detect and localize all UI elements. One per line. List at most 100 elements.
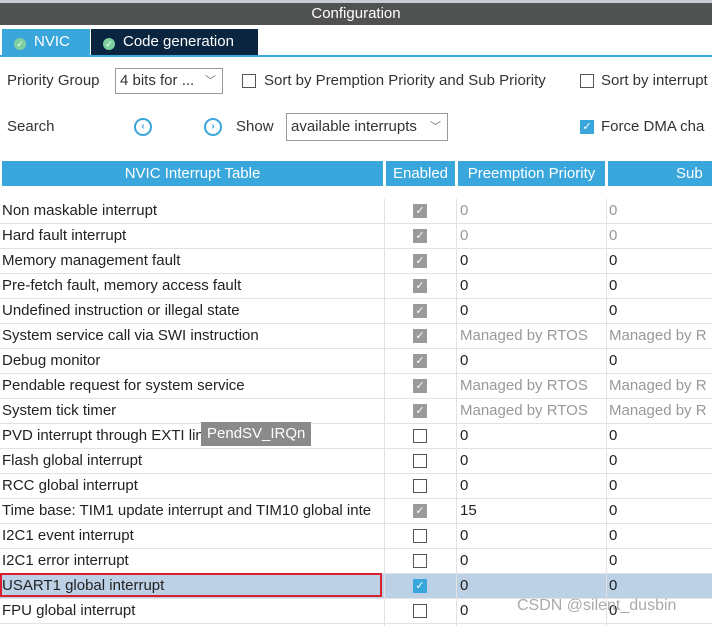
sort-premption-checkbox[interactable] xyxy=(242,74,256,88)
interrupt-name: Pendable request for system service xyxy=(2,377,245,394)
column-divider xyxy=(456,199,457,626)
priority-group-value: 4 bits for ... xyxy=(120,72,195,89)
sort-interrupt-checkbox[interactable] xyxy=(580,74,594,88)
interrupt-name: System service call via SWI instruction xyxy=(2,327,259,344)
show-select[interactable]: available interrupts ﹀ xyxy=(286,113,448,141)
interrupt-name: Flash global interrupt xyxy=(2,452,143,469)
enabled-checkbox[interactable] xyxy=(413,604,427,618)
enabled-checkbox[interactable] xyxy=(413,529,427,543)
tab-underline xyxy=(0,55,712,57)
enabled-checkbox: ✓ xyxy=(413,329,427,343)
sub-priority[interactable]: 0 xyxy=(609,524,712,548)
sub-priority[interactable]: 0 xyxy=(609,424,712,448)
sort-interrupt-label: Sort by interrupt xyxy=(601,72,708,89)
tab-label: NVIC xyxy=(34,33,70,50)
panel-title: Configuration xyxy=(0,3,712,25)
preemption-priority[interactable]: 0 xyxy=(460,474,604,498)
enabled-checkbox: ✓ xyxy=(413,254,427,268)
enabled-checkbox: ✓ xyxy=(413,504,427,518)
interrupt-name: Pre-fetch fault, memory access fault xyxy=(2,277,242,294)
interrupt-name: Memory management fault xyxy=(2,252,181,269)
chevron-down-icon: ﹀ xyxy=(205,75,216,87)
search-previous-icon[interactable]: ‹ xyxy=(134,118,152,136)
sub-priority[interactable]: 0 xyxy=(609,224,712,248)
enabled-checkbox: ✓ xyxy=(413,354,427,368)
sub-priority[interactable]: 0 xyxy=(609,474,712,498)
column-header-name[interactable]: NVIC Interrupt Table xyxy=(2,161,383,186)
column-header-preemption[interactable]: Preemption Priority xyxy=(458,161,605,186)
enabled-checkbox[interactable] xyxy=(413,429,427,443)
show-value: available interrupts xyxy=(291,118,417,135)
enabled-checkbox[interactable] xyxy=(413,454,427,468)
watermark: CSDN @silent_dusbin xyxy=(517,597,677,614)
chevron-down-icon: ﹀ xyxy=(430,121,441,133)
preemption-priority[interactable]: Managed by RTOS xyxy=(460,399,604,423)
preemption-priority[interactable]: 0 xyxy=(460,249,604,273)
interrupt-name: PVD interrupt through EXTI line xyxy=(2,427,213,444)
preemption-priority[interactable]: 15 xyxy=(460,499,604,523)
sub-priority[interactable]: 0 xyxy=(609,449,712,473)
interrupt-name: Debug monitor xyxy=(2,352,101,369)
preemption-priority[interactable]: 0 xyxy=(460,524,604,548)
sub-priority[interactable]: 0 xyxy=(609,499,712,523)
preemption-priority[interactable]: 0 xyxy=(460,574,604,598)
enabled-checkbox: ✓ xyxy=(413,229,427,243)
sub-priority[interactable]: 0 xyxy=(609,549,712,573)
priority-group-select[interactable]: 4 bits for ... ﹀ xyxy=(115,68,223,94)
enabled-checkbox[interactable] xyxy=(413,554,427,568)
sub-priority[interactable]: Managed by R xyxy=(609,324,712,348)
sub-priority[interactable]: 0 xyxy=(609,249,712,273)
check-circle-icon: ✓ xyxy=(14,38,26,50)
sub-priority[interactable]: Managed by R xyxy=(609,374,712,398)
preemption-priority[interactable]: 0 xyxy=(460,224,604,248)
interrupt-name: I2C1 error interrupt xyxy=(2,552,129,569)
force-dma-checkbox[interactable]: ✓ xyxy=(580,120,594,134)
column-divider xyxy=(384,199,385,626)
preemption-priority[interactable]: Managed by RTOS xyxy=(460,324,604,348)
interrupt-name: Non maskable interrupt xyxy=(2,202,158,219)
column-divider xyxy=(606,199,607,626)
interrupt-name: Time base: TIM1 update interrupt and TIM… xyxy=(2,502,372,519)
search-next-icon[interactable]: › xyxy=(204,118,222,136)
interrupt-name: I2C1 event interrupt xyxy=(2,527,134,544)
column-header-enabled[interactable]: Enabled xyxy=(386,161,455,186)
search-label: Search xyxy=(7,118,55,135)
priority-group-label: Priority Group xyxy=(7,72,100,89)
enabled-checkbox: ✓ xyxy=(413,379,427,393)
interrupt-name: FPU global interrupt xyxy=(2,602,136,619)
interrupt-name: RCC global interrupt xyxy=(2,477,138,494)
tab-label: Code generation xyxy=(123,33,234,50)
sort-premption-label: Sort by Premption Priority and Sub Prior… xyxy=(264,72,546,89)
enabled-checkbox: ✓ xyxy=(413,304,427,318)
enabled-checkbox[interactable]: ✓ xyxy=(413,579,427,593)
interrupt-name: System tick timer xyxy=(2,402,117,419)
tab-nvic[interactable]: ✓ NVIC xyxy=(2,29,90,55)
highlight-box xyxy=(0,573,382,597)
preemption-priority[interactable]: 0 xyxy=(460,424,604,448)
enabled-checkbox: ✓ xyxy=(413,404,427,418)
sub-priority[interactable]: Managed by R xyxy=(609,399,712,423)
sub-priority[interactable]: 0 xyxy=(609,574,712,598)
tooltip: PendSV_IRQn xyxy=(201,422,312,446)
force-dma-label: Force DMA cha xyxy=(601,118,705,135)
sub-priority[interactable]: 0 xyxy=(609,299,712,323)
sub-priority[interactable]: 0 xyxy=(609,199,712,223)
preemption-priority[interactable]: 0 xyxy=(460,449,604,473)
interrupt-name: Undefined instruction or illegal state xyxy=(2,302,240,319)
preemption-priority[interactable]: Managed by RTOS xyxy=(460,374,604,398)
enabled-checkbox: ✓ xyxy=(413,279,427,293)
tab-code-generation[interactable]: ✓ Code generation xyxy=(91,29,258,55)
preemption-priority[interactable]: 0 xyxy=(460,274,604,298)
interrupt-name: Hard fault interrupt xyxy=(2,227,127,244)
column-header-sub[interactable]: Sub xyxy=(608,161,712,186)
preemption-priority[interactable]: 0 xyxy=(460,199,604,223)
enabled-checkbox[interactable] xyxy=(413,479,427,493)
preemption-priority[interactable]: 0 xyxy=(460,549,604,573)
enabled-checkbox: ✓ xyxy=(413,204,427,218)
sub-priority[interactable]: 0 xyxy=(609,349,712,373)
check-circle-icon: ✓ xyxy=(103,38,115,50)
preemption-priority[interactable]: 0 xyxy=(460,299,604,323)
preemption-priority[interactable]: 0 xyxy=(460,349,604,373)
sub-priority[interactable]: 0 xyxy=(609,274,712,298)
show-label: Show xyxy=(236,118,274,135)
